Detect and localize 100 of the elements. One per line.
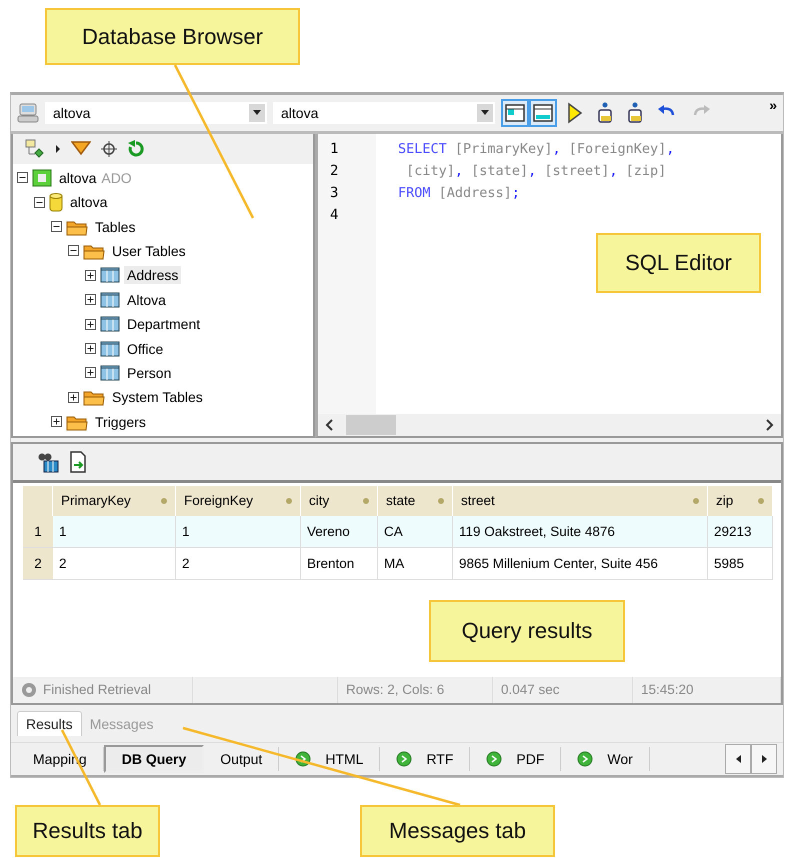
database-dropdown[interactable]: altova (273, 102, 495, 124)
view-tab[interactable]: Wor (561, 747, 650, 772)
callout-label: Messages tab (360, 805, 555, 857)
row-column-count: Rows: 2, Cols: 6 (338, 676, 493, 703)
table-cell: 1 (53, 516, 176, 548)
expand-icon[interactable] (85, 318, 96, 330)
table-cell: Brenton (301, 548, 378, 580)
filter-icon[interactable] (71, 140, 91, 158)
view-tab[interactable]: HTML (279, 747, 380, 772)
code-line: [city], [state], [street], [zip] (405, 162, 668, 181)
callout-label: SQL Editor (596, 233, 761, 293)
collapse-icon[interactable] (17, 172, 28, 184)
tree-item[interactable]: Address (124, 266, 182, 284)
find-in-grid-icon[interactable] (37, 450, 59, 473)
database-connection-icon (17, 102, 39, 123)
refresh-icon[interactable] (127, 140, 145, 158)
expand-icon[interactable] (68, 392, 79, 403)
table-icon (100, 364, 120, 381)
scroll-left-icon[interactable] (736, 755, 740, 764)
table-icon (100, 340, 120, 356)
tree-item[interactable]: System Tables (109, 388, 206, 406)
provider-label: ADO (101, 170, 132, 186)
grid-corner (23, 486, 53, 516)
person-lock-icon[interactable] (597, 102, 613, 124)
expand-icon[interactable] (85, 270, 96, 281)
person-lock-icon[interactable] (627, 102, 643, 124)
table-icon (100, 267, 120, 284)
table-cell: 5985 (708, 548, 773, 580)
output-format-icon (295, 751, 312, 768)
collapse-icon[interactable] (51, 221, 62, 232)
dropdown-arrow-icon[interactable] (55, 144, 61, 154)
query-time: 15:45:20 (633, 676, 781, 703)
dropdown-arrow-icon[interactable] (253, 110, 261, 116)
callout-label: Results tab (15, 805, 160, 857)
column-header[interactable]: PrimaryKey (53, 486, 176, 516)
layout-toggle-button[interactable] (529, 98, 557, 127)
table-cell: 29213 (708, 516, 773, 548)
scroll-right-icon[interactable] (762, 755, 766, 764)
table-cell: MA (378, 548, 453, 580)
status-circle-icon (21, 682, 37, 698)
toolbar-overflow-button[interactable]: » (769, 97, 777, 113)
output-format-icon (396, 751, 412, 768)
code-line: SELECT [PrimaryKey], [ForeignKey], (398, 140, 674, 159)
expand-icon[interactable] (85, 343, 96, 354)
result-tab[interactable]: Results (17, 711, 82, 736)
collapse-icon[interactable] (34, 196, 45, 208)
line-number: 3 (330, 184, 340, 203)
expand-icon[interactable] (85, 367, 96, 378)
crosshair-icon[interactable] (101, 140, 117, 157)
status-message: Finished Retrieval (43, 682, 152, 698)
tree-item[interactable]: altova (56, 168, 100, 187)
tree-item[interactable]: Tables (92, 218, 138, 236)
layout-icon (505, 104, 525, 122)
column-header[interactable]: city (301, 486, 378, 516)
connection-icon (32, 168, 52, 187)
table-icon (100, 292, 120, 308)
table-cell: Vereno (301, 516, 378, 548)
column-header[interactable]: ForeignKey (176, 486, 301, 516)
callout-label: Query results (429, 600, 625, 662)
tree-item[interactable]: Altova (124, 290, 169, 309)
row-number: 2 (23, 548, 53, 580)
view-tab[interactable]: DB Query (104, 745, 204, 774)
view-tab[interactable]: RTF (380, 747, 470, 772)
table-cell: 119 Oakstreet, Suite 4876 (453, 516, 708, 548)
tree-item[interactable]: Person (124, 364, 174, 382)
scroll-left-icon[interactable] (325, 418, 333, 431)
view-tab[interactable]: Output (204, 747, 280, 772)
expand-icon[interactable] (51, 416, 62, 428)
view-tab[interactable]: PDF (470, 747, 562, 772)
callout-label: Database Browser (45, 8, 300, 65)
table-cell: 9865 Millenium Center, Suite 456 (453, 548, 708, 580)
export-icon[interactable] (69, 450, 87, 473)
scrollbar-thumb[interactable] (346, 414, 396, 435)
column-header[interactable]: zip (708, 486, 773, 516)
table-cell: 2 (53, 548, 176, 580)
table-icon (100, 316, 120, 332)
layout-icon (533, 104, 553, 122)
collapse-icon[interactable] (68, 245, 79, 256)
layout-toggle-button[interactable] (501, 98, 529, 127)
tree-item[interactable]: User Tables (109, 242, 189, 260)
tree-item[interactable]: Triggers (92, 412, 149, 431)
database-icon (49, 192, 63, 212)
column-header[interactable]: street (453, 486, 708, 516)
add-object-icon[interactable] (25, 138, 45, 159)
tree-item[interactable]: Department (124, 315, 204, 334)
query-duration: 0.047 sec (493, 676, 633, 703)
tree-item[interactable]: altova (67, 193, 110, 212)
scroll-right-icon[interactable] (766, 418, 774, 431)
dropdown-arrow-icon[interactable] (481, 110, 489, 116)
table-cell: CA (378, 516, 453, 548)
table-cell: 1 (176, 516, 301, 548)
code-line: FROM [Address]; (398, 184, 521, 203)
expand-icon[interactable] (85, 294, 96, 306)
execute-icon[interactable] (567, 102, 583, 124)
tree-item[interactable]: Office (124, 340, 166, 358)
connection-dropdown[interactable]: altova (45, 102, 267, 124)
line-number: 1 (330, 140, 340, 159)
line-number: 2 (330, 162, 340, 181)
column-header[interactable]: state (378, 486, 453, 516)
table-cell: 2 (176, 548, 301, 580)
